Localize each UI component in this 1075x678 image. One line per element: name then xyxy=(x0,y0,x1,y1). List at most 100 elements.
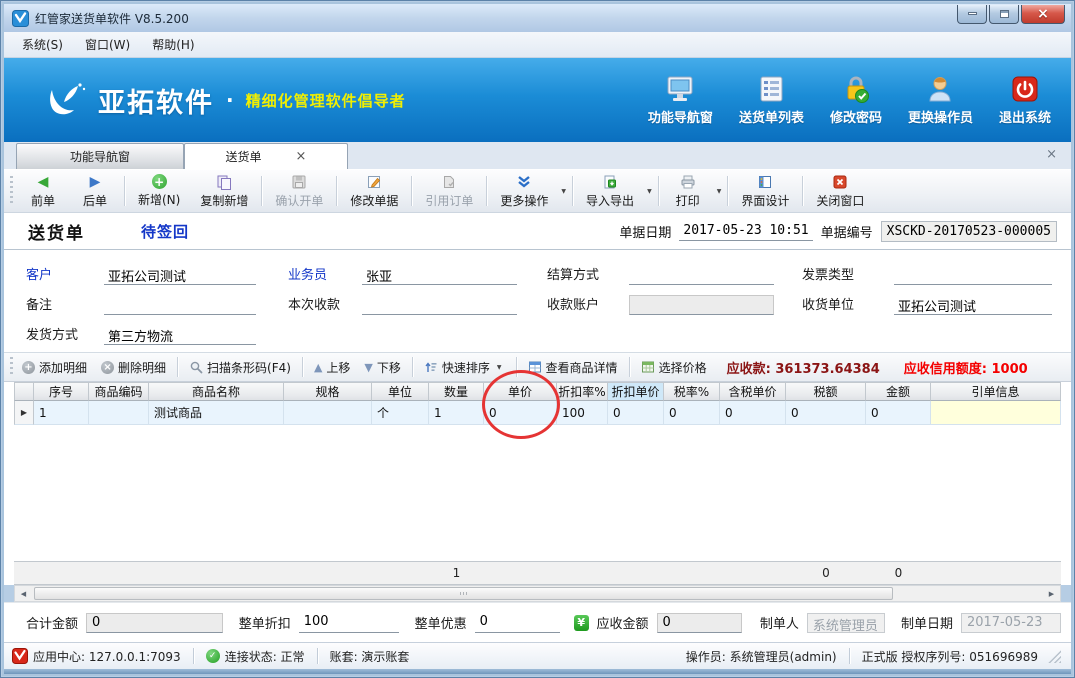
cell-unit-price[interactable]: 0 xyxy=(484,401,557,425)
document-icon xyxy=(441,174,457,190)
cell-unit[interactable]: 个 xyxy=(372,401,429,425)
prev-doc-button[interactable]: 前单 xyxy=(17,172,69,210)
col-spec[interactable]: 规格 xyxy=(284,382,372,401)
add-new-button[interactable]: 新增(N) xyxy=(128,172,190,210)
switch-operator-button[interactable]: 更换操作员 xyxy=(908,74,973,126)
cell-seq[interactable]: 1 xyxy=(34,401,89,425)
menu-system[interactable]: 系统(S) xyxy=(12,33,73,56)
col-discount-price[interactable]: 折扣单价 xyxy=(608,382,664,401)
resize-grip[interactable] xyxy=(1048,650,1061,663)
account-label: 收款账户 xyxy=(547,294,629,315)
down-arrow-icon xyxy=(364,360,372,374)
doc-date-field[interactable]: 2017-05-23 10:51 xyxy=(679,222,812,241)
settlement-field[interactable] xyxy=(629,265,774,285)
import-export-button[interactable]: 导入导出 xyxy=(576,172,644,210)
cell-quote-info[interactable] xyxy=(931,401,1061,425)
col-tax-amount[interactable]: 税额 xyxy=(786,382,866,401)
whole-discount-field[interactable]: 100 xyxy=(299,613,399,633)
ui-design-button[interactable]: 界面设计 xyxy=(731,172,799,210)
invoice-type-field[interactable] xyxy=(894,265,1052,285)
delete-detail-button[interactable]: 删除明细 xyxy=(95,356,172,379)
print-dropdown-icon[interactable] xyxy=(714,172,725,210)
remark-field[interactable] xyxy=(104,295,256,315)
confirm-order-button[interactable]: 确认开单 xyxy=(265,172,333,210)
col-amount[interactable]: 金额 xyxy=(866,382,931,401)
col-product-name[interactable]: 商品名称 xyxy=(149,382,284,401)
cell-tax-rate[interactable]: 0 xyxy=(664,401,720,425)
import-export-dropdown-icon[interactable] xyxy=(644,172,655,210)
status-separator xyxy=(849,648,850,664)
delivery-list-button[interactable]: 送货单列表 xyxy=(739,74,804,126)
cell-discount-rate[interactable]: 100 xyxy=(557,401,608,425)
col-tax-rate[interactable]: 税率% xyxy=(664,382,720,401)
power-icon xyxy=(1010,74,1040,104)
receiver-field[interactable]: 亚拓公司测试 xyxy=(894,295,1052,315)
menu-help[interactable]: 帮助(H) xyxy=(142,33,204,56)
choose-price-button[interactable]: 选择价格 xyxy=(635,356,713,379)
col-qty[interactable]: 数量 xyxy=(429,382,484,401)
more-actions-button[interactable]: 更多操作 xyxy=(490,172,558,210)
cell-product-code[interactable] xyxy=(89,401,149,425)
tab-delivery-order[interactable]: 送货单 xyxy=(184,143,348,169)
table-summary-row: 1 0 0 xyxy=(14,561,1061,585)
scan-barcode-button[interactable]: 扫描条形码(F4) xyxy=(183,356,297,379)
modify-doc-button[interactable]: 修改单据 xyxy=(340,172,408,210)
quick-sort-label: 快速排序 xyxy=(442,359,490,376)
col-unit-price[interactable]: 单价 xyxy=(484,382,557,401)
scroll-left-icon[interactable] xyxy=(15,586,32,601)
customer-field[interactable]: 亚拓公司测试 xyxy=(104,265,256,285)
exit-system-button[interactable]: 退出系统 xyxy=(999,74,1051,126)
scroll-right-icon[interactable] xyxy=(1043,586,1060,601)
cell-spec[interactable] xyxy=(284,401,372,425)
tab-close-icon[interactable] xyxy=(296,150,307,163)
minimize-button[interactable] xyxy=(957,5,987,24)
detailbar-separator xyxy=(516,357,517,377)
more-actions-dropdown-icon[interactable] xyxy=(558,172,569,210)
col-quote-info[interactable]: 引单信息 xyxy=(931,382,1061,401)
account-book-status: 账套: 演示账套 xyxy=(330,648,410,665)
close-button[interactable] xyxy=(1021,5,1065,24)
nav-window-button[interactable]: 功能导航窗 xyxy=(648,74,713,126)
move-down-button[interactable]: 下移 xyxy=(358,356,406,379)
cell-tax-amount[interactable]: 0 xyxy=(786,401,866,425)
whole-coupon-field[interactable]: 0 xyxy=(475,613,560,633)
quick-sort-button[interactable]: 快速排序 xyxy=(418,356,511,379)
scrollbar-thumb[interactable] xyxy=(34,587,893,600)
scrollbar-track[interactable] xyxy=(32,586,1043,601)
cell-product-name[interactable]: 测试商品 xyxy=(149,401,284,425)
col-unit[interactable]: 单位 xyxy=(372,382,429,401)
salesman-field[interactable]: 张亚 xyxy=(362,265,517,285)
restore-button[interactable] xyxy=(989,5,1019,24)
cell-discount-price[interactable]: 0 xyxy=(608,401,664,425)
summary-blank xyxy=(608,562,664,584)
connection-text: 连接状态: 正常 xyxy=(225,648,305,665)
quote-order-button[interactable]: 引用订单 xyxy=(415,172,483,210)
print-button[interactable]: 打印 xyxy=(662,172,714,210)
tab-nav-window[interactable]: 功能导航窗 xyxy=(16,143,184,169)
tabstrip-close-icon[interactable] xyxy=(1046,147,1057,162)
col-product-code[interactable]: 商品编码 xyxy=(89,382,149,401)
change-password-button[interactable]: 修改密码 xyxy=(830,74,882,126)
ship-method-field[interactable]: 第三方物流 xyxy=(104,325,256,345)
close-window-button[interactable]: 关闭窗口 xyxy=(806,172,874,210)
col-discount-rate[interactable]: 折扣率% xyxy=(557,382,608,401)
move-up-button[interactable]: 上移 xyxy=(308,356,356,379)
cell-amount[interactable]: 0 xyxy=(866,401,931,425)
menu-window[interactable]: 窗口(W) xyxy=(75,33,140,56)
view-product-button[interactable]: 查看商品详情 xyxy=(522,356,624,379)
up-arrow-icon xyxy=(314,360,322,374)
cell-price-with-tax[interactable]: 0 xyxy=(720,401,786,425)
cell-qty[interactable]: 1 xyxy=(429,401,484,425)
add-detail-button[interactable]: 添加明细 xyxy=(16,356,93,379)
import-export-label: 导入导出 xyxy=(586,192,634,209)
yatuo-logo-icon xyxy=(44,78,88,122)
next-doc-button[interactable]: 后单 xyxy=(69,172,121,210)
whole-coupon-label: 整单优惠 xyxy=(415,613,467,632)
maker-field: 系统管理员 xyxy=(807,613,885,633)
col-seq[interactable]: 序号 xyxy=(34,382,89,401)
copy-new-button[interactable]: 复制新增 xyxy=(190,172,258,210)
doc-no-field: XSCKD-20170523-000005 xyxy=(881,221,1057,242)
payment-field[interactable] xyxy=(362,295,517,315)
horizontal-scrollbar[interactable] xyxy=(14,585,1061,602)
col-price-with-tax[interactable]: 含税单价 xyxy=(720,382,786,401)
